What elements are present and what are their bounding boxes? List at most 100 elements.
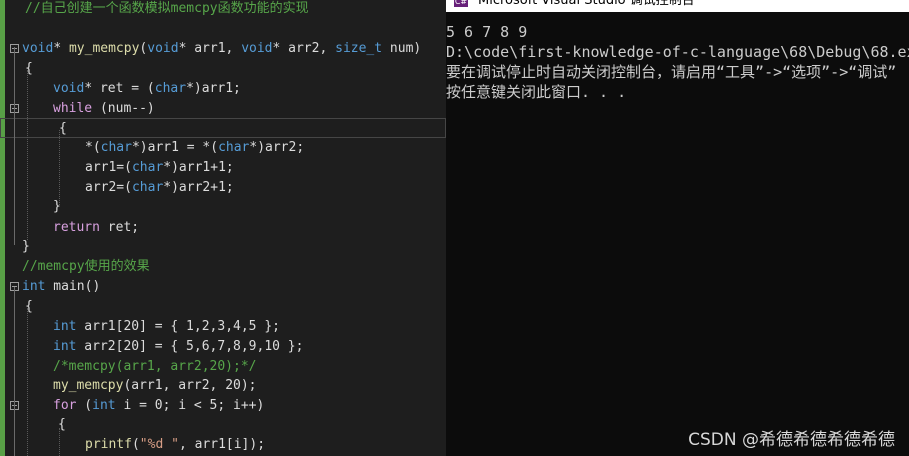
code-token: (num--) [92,101,155,116]
code-line[interactable]: printf("%d ", arr1[i]); [0,435,446,455]
code-token: arr1[20] = { 1,2,3,4,5 }; [76,319,280,334]
indent-guide [59,428,60,456]
code-text: { [59,119,67,139]
fold-region-line [14,107,15,207]
code-text: arr2=(char*)arr2+1; [85,178,234,198]
code-token: *)arr1+1; [163,160,234,175]
code-token: arr2[20] = { 5,6,7,8,9,10 }; [76,339,304,354]
code-token: { [59,121,67,136]
code-token: int [53,339,77,354]
code-token: * arr2, [272,41,336,56]
code-token: arr2=( [85,180,132,195]
code-line[interactable]: arr2=(char*)arr2+1; [0,178,446,198]
code-token: int [92,398,116,413]
fold-region-line [14,407,15,456]
code-token: *( [85,140,101,155]
code-line[interactable]: { [0,118,446,138]
code-token: while [53,101,93,116]
code-token: printf [85,437,132,452]
code-text: int arr1[20] = { 1,2,3,4,5 }; [53,317,280,337]
code-line[interactable]: int arr1[20] = { 1,2,3,4,5 }; [0,317,446,337]
code-text: void* my_memcpy(void* arr1, void* arr2, … [22,39,421,59]
code-token: //自己创建一个函数模拟memcpy函数功能的实现 [25,1,309,16]
console-output-line: 按任意键关闭此窗口. . . [446,83,627,101]
code-token: num) [382,41,422,56]
code-token: my_memcpy [53,378,124,393]
code-token: i = 0; i < 5; i++) [115,398,265,413]
code-token: *)arr2; [249,140,305,155]
code-line[interactable]: } [0,197,446,217]
code-token: char [218,140,250,155]
code-token: my_memcpy [68,41,140,56]
csdn-watermark: CSDN @希德希德希德希德 [688,430,895,450]
code-token: int [53,319,77,334]
code-line[interactable]: } [0,237,446,257]
console-app-icon: C# [454,0,468,7]
code-text: void* ret = (char*)arr1; [53,79,241,99]
code-text: int arr2[20] = { 5,6,7,8,9,10 }; [53,337,303,357]
code-token: void [147,41,179,56]
code-line[interactable]: return ret; [0,218,446,238]
code-token: //memcpy使用的效果 [22,259,150,274]
code-token: char [100,140,132,155]
code-token: * [53,41,69,56]
code-line[interactable]: my_memcpy(arr1, arr2, 20); [0,376,446,396]
console-output-line: 5 6 7 8 9 [446,23,528,41]
code-line[interactable]: *(char*)arr1 = *(char*)arr2; [0,138,446,158]
code-text: return ret; [53,218,139,238]
console-title-bar[interactable]: C# Microsoft Visual Studio 调试控制台 [446,0,909,12]
debug-console[interactable]: C# Microsoft Visual Studio 调试控制台 5 6 7 8… [446,0,909,456]
code-text: } [22,237,30,257]
code-token: int [22,279,46,294]
code-token: main() [45,279,101,294]
code-line[interactable]: int arr2[20] = { 5,6,7,8,9,10 }; [0,337,446,357]
code-token: void [241,41,273,56]
code-text: int main() [22,277,100,297]
console-output-line: 要在调试停止时自动关闭控制台，请启用“工具”->“选项”->“调试” [446,63,897,81]
code-token: size_t [335,41,383,56]
code-line[interactable]: arr1=(char*)arr1+1; [0,158,446,178]
code-text: my_memcpy(arr1, arr2, 20); [53,376,257,396]
code-line[interactable]: while (num--) [0,99,446,119]
code-line[interactable]: //memcpy使用的效果 [0,257,446,277]
code-token: void [53,81,85,96]
code-token: void [22,41,54,56]
code-line[interactable]: int main() [0,277,446,297]
code-token: char [131,160,164,175]
code-token: *)arr2+1; [163,180,234,195]
code-token: char [131,180,164,195]
code-token: (arr1, arr2, 20); [123,378,257,393]
code-text: //自己创建一个函数模拟memcpy函数功能的实现 [25,0,309,19]
code-text: *(char*)arr1 = *(char*)arr2; [85,138,304,158]
code-token: * ret = ( [84,81,155,96]
code-line[interactable]: void* my_memcpy(void* arr1, void* arr2, … [0,39,446,59]
indent-guide [27,308,28,456]
code-token: char [154,81,187,96]
code-token: return [53,220,100,235]
code-token: ( [131,437,140,452]
code-line[interactable]: /*memcpy(arr1, arr2,20);*/ [0,357,446,377]
code-token: *)arr1 = *( [131,140,219,155]
code-token: *)arr1; [186,81,241,96]
indent-guide [59,130,60,205]
code-text: while (num--) [53,99,155,119]
code-line[interactable]: { [0,59,446,79]
code-token: } [22,239,30,254]
code-line[interactable]: //自己创建一个函数模拟memcpy函数功能的实现 [0,0,446,19]
code-token: for [53,398,77,413]
code-line[interactable]: for (int i = 0; i < 5; i++) [0,396,446,416]
code-line[interactable]: { [0,415,446,435]
code-line[interactable]: { [0,297,446,317]
code-text: arr1=(char*)arr1+1; [85,158,234,178]
indent-guide [27,70,28,240]
code-editor[interactable]: //自己创建一个函数模拟memcpy函数功能的实现 void* my_memcpy… [0,0,446,456]
code-token: ( [76,398,93,413]
code-text: //memcpy使用的效果 [22,257,150,277]
code-token: /*memcpy(arr1, arr2,20);*/ [53,359,257,374]
code-text: printf("%d ", arr1[i]); [85,435,265,455]
code-token: * arr1, [178,41,242,56]
code-text: /*memcpy(arr1, arr2,20);*/ [53,357,257,377]
code-token: arr1=( [85,160,132,175]
code-token: "%d " [139,437,179,452]
code-line[interactable]: void* ret = (char*)arr1; [0,79,446,99]
